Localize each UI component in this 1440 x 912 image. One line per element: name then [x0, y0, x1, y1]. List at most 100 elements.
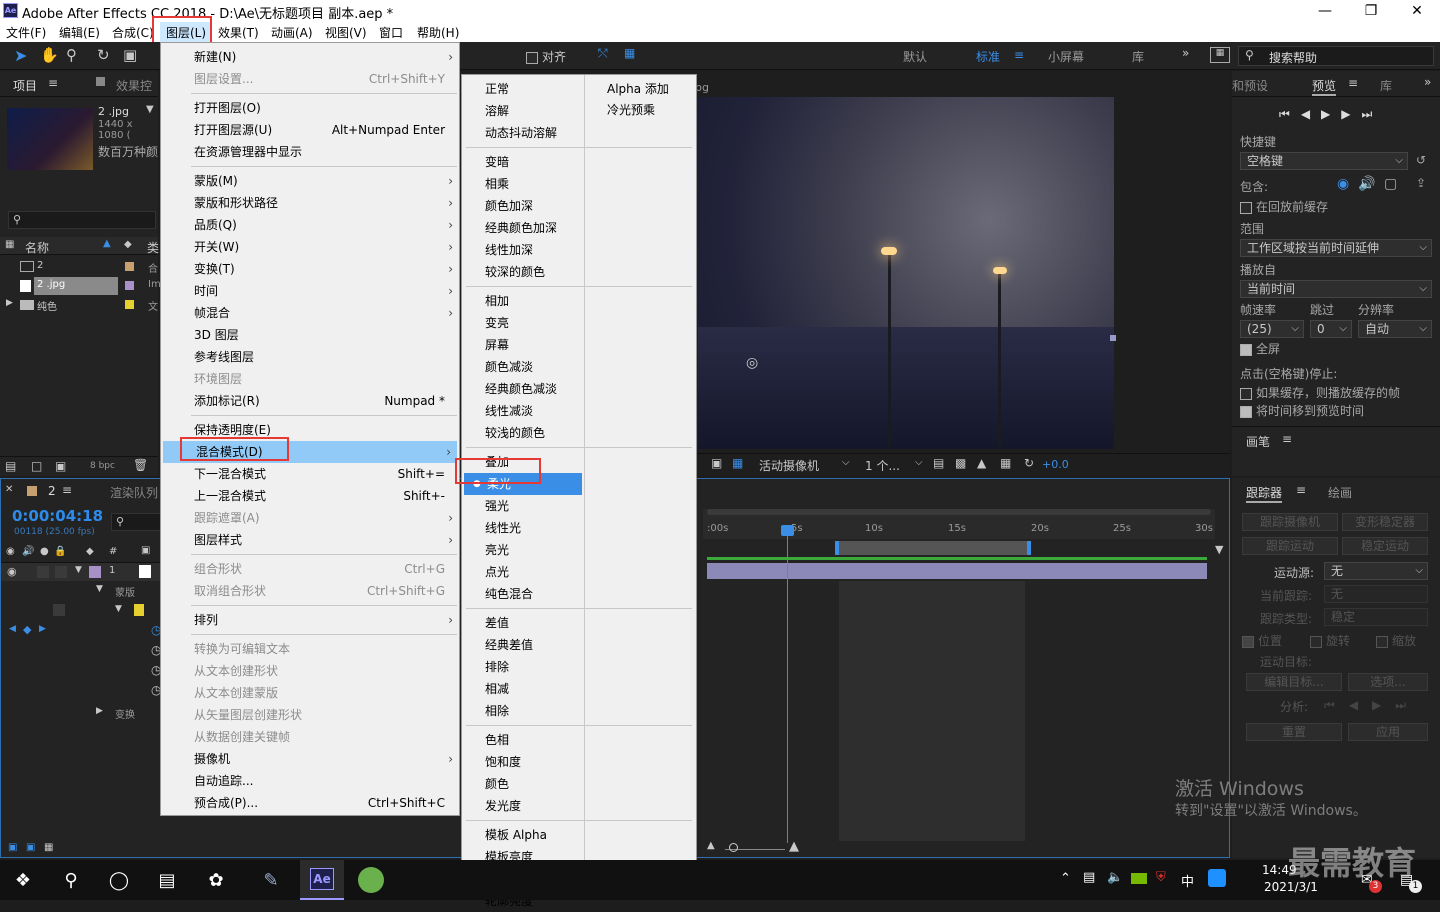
paint-tab[interactable]: 绘画 — [1328, 484, 1352, 501]
prev-keyframe-icon[interactable]: ◀ — [9, 624, 16, 634]
snap-icon[interactable]: ⤲ — [598, 46, 608, 61]
effects-controls-tab[interactable]: 效果控 — [116, 77, 152, 94]
menu-item[interactable]: 变换(T) › — [161, 258, 459, 280]
menu-item[interactable]: 帧混合 › — [161, 302, 459, 324]
menu-item[interactable]: 经典差值 — [462, 634, 696, 656]
menu-item[interactable]: 添加标记(R) Numpad * — [161, 390, 459, 412]
menu-window[interactable]: 窗口 — [379, 24, 403, 41]
viewer-image[interactable]: ◎ — [698, 97, 1114, 449]
menu-item[interactable]: 点光 — [462, 561, 696, 583]
workspace-default[interactable]: 默认 — [903, 48, 927, 65]
region-icon[interactable]: ▣ — [711, 456, 722, 470]
zoom-tool-icon[interactable]: ⚲ — [66, 46, 77, 64]
paint-tab[interactable]: 画笔 — [1246, 433, 1270, 450]
expand-icon[interactable]: ▶ — [6, 298, 13, 308]
collapse-icon[interactable]: ▼ — [75, 565, 82, 575]
pinwheel-app-icon[interactable]: ✿ — [203, 868, 229, 894]
project-search-input[interactable]: ⚲ — [8, 211, 156, 229]
toggle-switches-icon[interactable]: ▣ — [26, 842, 35, 853]
solo-box[interactable] — [37, 566, 49, 578]
menu-help[interactable]: 帮助(H) — [417, 24, 459, 41]
menu-item[interactable]: 品质(Q) › — [161, 214, 459, 236]
mask-path-row[interactable]: ◀ ◆ ▶ ◷ — [1, 621, 161, 641]
menu-item[interactable]: 相加 — [462, 290, 696, 312]
menu-item[interactable]: 屏幕 — [462, 334, 696, 356]
transparency-grid-icon[interactable]: ▦ — [732, 456, 743, 470]
menu-file[interactable]: 文件(F) — [6, 24, 46, 41]
analyze-back-icon[interactable]: ⏮ — [1324, 698, 1349, 712]
track-type-select[interactable]: 稳定 — [1324, 608, 1428, 626]
options-button[interactable]: 选项... — [1348, 673, 1428, 691]
view-layout-icon[interactable]: ▤ — [933, 456, 944, 470]
column-name[interactable]: 名称 — [25, 239, 49, 256]
anchor-point-icon[interactable]: ◎ — [746, 355, 758, 371]
presets-tab[interactable]: 和预设 — [1232, 77, 1268, 94]
menu-item[interactable]: 上一混合模式 Shift+- — [161, 485, 459, 507]
menu-item[interactable]: 动态抖动溶解 — [462, 122, 696, 144]
lock-box[interactable] — [53, 604, 65, 616]
resolution-select[interactable]: 自动 ⌵ — [1358, 320, 1432, 338]
play-from-select[interactable]: 当前时间 ⌵ — [1240, 280, 1432, 298]
zoom-out-icon[interactable]: ▲ — [707, 840, 715, 851]
hand-tool-icon[interactable]: ✋ — [40, 46, 59, 64]
menu-item[interactable]: 线性减淡 — [462, 400, 696, 422]
project-row[interactable]: 2 .jpg Im — [0, 277, 161, 295]
transform-row[interactable]: ▶ 变换 — [1, 703, 161, 723]
next-keyframe-icon[interactable]: ▶ — [39, 624, 46, 634]
network-icon[interactable]: ▤ — [1083, 870, 1095, 885]
chevron-down-icon[interactable]: ▼ — [146, 104, 154, 115]
camera-select[interactable]: 活动摄像机 — [759, 457, 819, 474]
next-frame-icon[interactable]: ▶ — [1341, 107, 1361, 121]
qq-icon[interactable] — [1208, 869, 1226, 887]
nvidia-icon[interactable] — [1131, 873, 1147, 884]
play-icon[interactable]: ▶ — [1321, 107, 1341, 121]
project-row[interactable]: 2 合 — [0, 258, 158, 276]
current-track-select[interactable]: 无 — [1324, 585, 1428, 603]
menu-view[interactable]: 视图(V) — [325, 24, 367, 41]
cortana-icon[interactable]: ◯ — [106, 868, 132, 894]
grid-snap-icon[interactable]: ▦ — [624, 46, 635, 60]
work-area-bar[interactable] — [835, 541, 1031, 555]
scale-checkbox[interactable]: 缩放 — [1376, 632, 1416, 649]
menu-item[interactable]: 预合成(P)... Ctrl+Shift+C — [161, 792, 459, 814]
more-tabs-icon[interactable]: » — [1424, 75, 1431, 89]
menu-item[interactable]: 相减 — [462, 678, 696, 700]
audio-icon[interactable]: 🔊 — [1358, 176, 1375, 192]
menu-item[interactable]: 打开图层(O) — [161, 97, 459, 119]
shortcut-select[interactable]: 空格键 ⌵ — [1240, 152, 1408, 170]
menu-item[interactable]: 图层样式 › — [161, 529, 459, 551]
menu-item[interactable]: 摄像机 › — [161, 748, 459, 770]
lock-box[interactable] — [55, 566, 67, 578]
playhead-handle[interactable] — [781, 525, 794, 536]
menu-item[interactable]: 自动追踪... — [161, 770, 459, 792]
analyze-prev-icon[interactable]: ◀ — [1349, 698, 1372, 712]
green-app-icon[interactable] — [358, 867, 384, 893]
collapse-icon[interactable]: ▼ — [96, 584, 103, 594]
trash-icon[interactable]: 🗑 — [133, 458, 148, 472]
menu-item[interactable]: 蒙版(M) › — [161, 170, 459, 192]
analyze-forward-icon[interactable]: ⏭ — [1395, 698, 1420, 712]
column-type[interactable]: 类 — [147, 239, 159, 256]
audio-icon[interactable]: 🔊 — [22, 546, 34, 557]
prev-frame-icon[interactable]: ◀ — [1301, 107, 1321, 121]
reset-button[interactable]: 重置 — [1246, 723, 1342, 741]
sort-icon[interactable]: ▲ — [103, 238, 111, 249]
menu-item[interactable]: 时间 › — [161, 280, 459, 302]
comp-marker-icon[interactable]: ▼ — [1215, 543, 1223, 556]
search-icon[interactable]: ⚲ — [58, 868, 84, 894]
sync-icon[interactable]: ▦ — [1210, 47, 1230, 63]
tray-expand-icon[interactable]: ⌃ — [1060, 871, 1071, 886]
exposure-value[interactable]: +0.0 — [1042, 458, 1069, 471]
chevron-down-icon[interactable]: ⌵ — [915, 457, 923, 468]
menu-item[interactable]: 模板 Alpha — [462, 824, 696, 846]
project-tab[interactable]: 项目 — [13, 77, 37, 94]
lock-icon[interactable]: 🔒 — [54, 546, 66, 557]
menu-item[interactable]: 排除 — [462, 656, 696, 678]
skip-select[interactable]: 0 ⌵ — [1310, 320, 1352, 338]
volume-icon[interactable]: 🔈 — [1107, 870, 1123, 885]
menu-item[interactable]: 开关(W) › — [161, 236, 459, 258]
notepad-app-icon[interactable]: ✎ — [258, 868, 284, 894]
show-channel-icon[interactable]: ▲ — [977, 456, 986, 470]
menu-item[interactable]: 经典颜色加深 — [462, 217, 696, 239]
zoom-handle[interactable] — [729, 843, 738, 852]
